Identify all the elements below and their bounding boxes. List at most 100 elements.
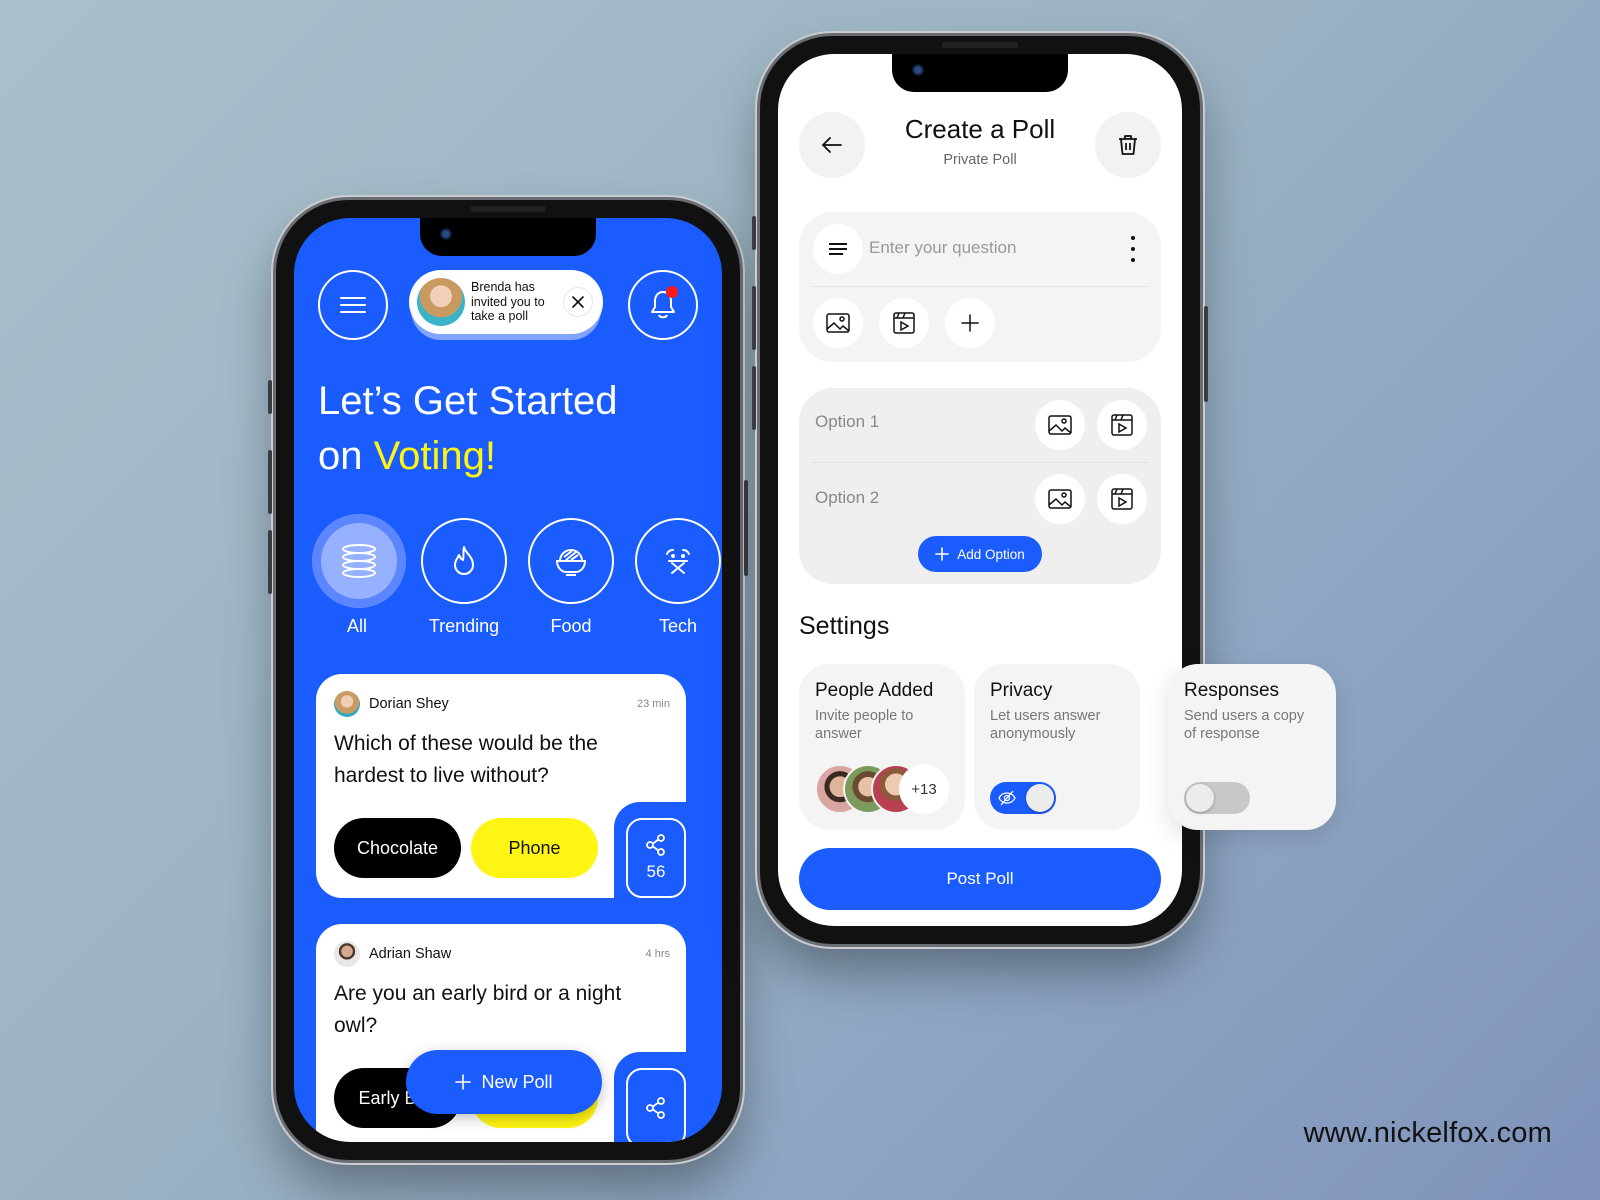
hero-line-2: on Voting! <box>318 429 617 484</box>
people-added-card[interactable]: People Added Invite people to answer +13 <box>799 664 965 830</box>
earpiece <box>942 42 1018 48</box>
video-clapper-icon <box>1111 414 1133 436</box>
invite-notification[interactable]: Brenda has invited you to take a poll <box>409 270 603 334</box>
notification-badge <box>666 286 678 298</box>
home-screen: Brenda has invited you to take a poll Le… <box>294 218 722 1142</box>
close-icon <box>572 296 584 308</box>
option-image-button[interactable] <box>1035 474 1085 524</box>
power-button <box>1204 306 1208 402</box>
post-poll-button[interactable]: Post Poll <box>799 848 1161 910</box>
video-clapper-icon <box>893 312 915 334</box>
new-poll-button[interactable]: New Poll <box>406 1050 602 1114</box>
anonymous-toggle[interactable] <box>990 782 1056 814</box>
more-options-button[interactable] <box>1123 234 1143 264</box>
mute-switch <box>268 380 272 414</box>
hamburger-menu-icon <box>340 297 366 313</box>
notifications-button[interactable] <box>628 270 698 340</box>
hero-line-1: Let’s Get Started <box>318 379 618 423</box>
send-copy-toggle[interactable] <box>1184 782 1250 814</box>
bowl-icon <box>555 549 587 576</box>
menu-button[interactable] <box>318 270 388 340</box>
plus-icon <box>961 314 979 332</box>
add-image-button[interactable] <box>813 298 863 348</box>
share-button[interactable]: 56 <box>626 818 686 898</box>
category-icon-wrap <box>635 518 721 604</box>
category-label: Tech <box>658 616 698 636</box>
create-poll-phone: Create a Poll Private Poll Enter your qu… <box>752 36 1208 944</box>
setting-title: Responses <box>1184 680 1280 701</box>
option-row: Option 1 <box>799 388 1161 458</box>
close-button[interactable] <box>563 287 593 317</box>
author-avatar <box>334 941 360 967</box>
poll-card: Dorian Shey 23 min Which of these would … <box>316 674 686 898</box>
video-clapper-icon <box>1111 488 1133 510</box>
hero-prefix: on <box>318 434 374 478</box>
option-video-button[interactable] <box>1097 474 1147 524</box>
toggle-knob <box>1186 784 1214 812</box>
home-phone: Brenda has invited you to take a poll Le… <box>268 200 748 1160</box>
volume-up-button <box>752 286 756 350</box>
category-food[interactable]: Food <box>526 518 616 637</box>
poll-option-button[interactable]: Phone <box>471 818 598 878</box>
add-video-button[interactable] <box>879 298 929 348</box>
category-label: Trending <box>428 616 500 636</box>
create-poll-screen: Create a Poll Private Poll Enter your qu… <box>778 54 1182 926</box>
trash-icon <box>1119 135 1137 155</box>
option-image-button[interactable] <box>1035 400 1085 450</box>
mute-switch <box>752 216 756 250</box>
stack-icon <box>342 544 376 578</box>
setting-description: Invite people to answer <box>815 708 914 742</box>
poll-author: Adrian Shaw <box>369 946 452 962</box>
category-icon-wrap <box>312 514 406 608</box>
poll-time: 23 min <box>636 698 670 710</box>
responses-card: Responses Send users a copy of response <box>1168 664 1336 830</box>
poll-time: 4 hrs <box>645 948 670 960</box>
image-icon <box>826 313 850 333</box>
poll-question: Are you an early bird or a night owl? <box>334 982 622 1037</box>
poll-header: Dorian Shey 23 min <box>334 690 670 718</box>
share-icon <box>646 834 665 856</box>
add-option-label: Add Option <box>957 546 1025 562</box>
poll-header: Adrian Shaw 4 hrs <box>334 940 670 968</box>
post-poll-label: Post Poll <box>946 869 1014 888</box>
dot <box>1131 236 1135 240</box>
share-button[interactable] <box>626 1068 686 1142</box>
delete-button[interactable] <box>1095 112 1161 178</box>
divider <box>811 286 1149 287</box>
camera <box>440 228 452 240</box>
option-input[interactable]: Option 1 <box>815 412 879 432</box>
poll-option-button[interactable]: Chocolate <box>334 818 461 878</box>
add-option-button[interactable]: Add Option <box>918 536 1042 572</box>
dot <box>1131 247 1135 251</box>
notch <box>892 54 1068 92</box>
volume-up-button <box>268 450 272 514</box>
category-trending[interactable]: Trending <box>419 518 509 637</box>
option-input[interactable]: Option 2 <box>815 488 879 508</box>
text-lines-icon <box>829 243 847 255</box>
website-watermark: www.nickelfox.com <box>1303 1117 1552 1149</box>
power-button <box>744 480 748 576</box>
category-icon-wrap <box>421 518 507 604</box>
more-people-count: +13 <box>899 764 949 814</box>
volume-down-button <box>268 530 272 594</box>
category-all[interactable]: All <box>312 514 406 637</box>
invite-text: Brenda has invited you to take a poll <box>471 280 545 324</box>
hero-accent: Voting! <box>373 434 496 478</box>
option-video-button[interactable] <box>1097 400 1147 450</box>
author-avatar <box>334 691 360 717</box>
text-format-button[interactable] <box>813 224 863 274</box>
category-tech[interactable]: Tech <box>633 518 722 637</box>
earpiece <box>470 206 546 212</box>
hero-heading: Let’s Get Started on Voting! <box>318 374 617 484</box>
volume-down-button <box>752 366 756 430</box>
settings-heading: Settings <box>799 612 890 640</box>
setting-description: Send users a copy of response <box>1184 708 1305 742</box>
question-input[interactable] <box>869 234 1089 262</box>
options-card: Option 1 Option 2 Add Option <box>799 388 1161 584</box>
add-attachment-button[interactable] <box>945 298 995 348</box>
top-bar: Brenda has invited you to take a poll <box>318 270 698 340</box>
image-icon <box>1048 415 1072 435</box>
notch <box>420 218 596 256</box>
share-icon <box>646 1097 665 1119</box>
poll-question: Which of these would be the hardest to l… <box>334 732 598 787</box>
